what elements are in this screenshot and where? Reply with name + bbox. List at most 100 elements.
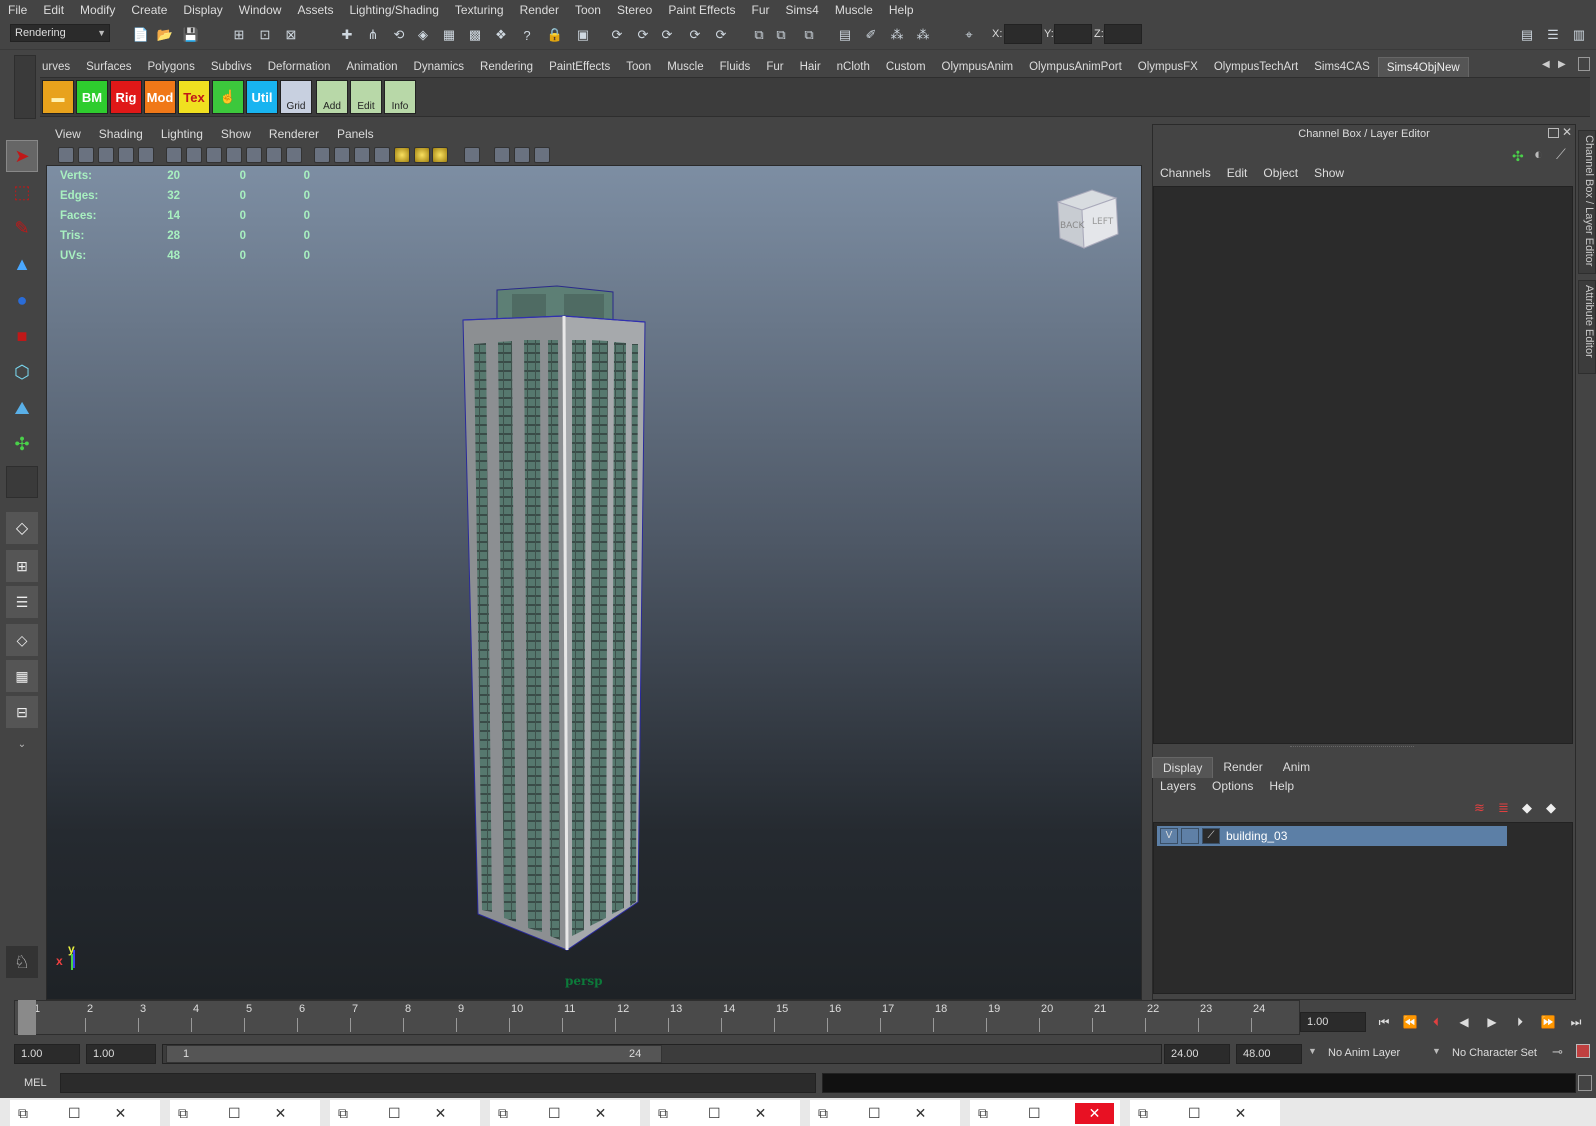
shelf-tab-animation[interactable]: Animation [338, 57, 405, 77]
restore-icon[interactable]: ☐ [1028, 1105, 1041, 1122]
menu-display[interactable]: Display [175, 0, 230, 20]
layer-menu-options[interactable]: Options [1204, 779, 1261, 793]
shelf-tab-surfaces[interactable]: Surfaces [78, 57, 139, 77]
move-layer-up-icon[interactable]: ◆ [1522, 800, 1532, 816]
viewport-menu-shading[interactable]: Shading [90, 127, 152, 141]
restore-icon[interactable]: ☐ [868, 1105, 881, 1122]
shelf-tab-curves[interactable]: urves [34, 57, 78, 77]
close-panel-icon[interactable]: ✕ [1562, 125, 1572, 139]
shelf-scroll-left-icon[interactable]: ◀ [1542, 59, 1550, 70]
shelf-button-mod[interactable]: Mod [144, 80, 176, 114]
shelf-hand-icon[interactable]: ☝ [212, 80, 244, 114]
menu-window[interactable]: Window [231, 0, 290, 20]
float-panel-icon[interactable] [1548, 128, 1559, 138]
outliner-persp-layout-icon[interactable]: ☰ [6, 586, 38, 618]
script-editor-toggle-icon[interactable]: ▤ [834, 24, 856, 46]
shelf-tab-custom[interactable]: Custom [878, 57, 934, 77]
single-perspective-layout-icon[interactable]: ◇ [6, 512, 38, 544]
output-ops-icon[interactable]: ⟳ [632, 24, 654, 46]
close-icon[interactable]: ✕ [1235, 1105, 1247, 1122]
menu-stereo[interactable]: Stereo [609, 0, 660, 20]
show-manipulator-icon[interactable]: ✣ [6, 428, 38, 460]
soft-modification-icon[interactable]: ⛰ [6, 392, 38, 424]
shelf-tab-olympusanim[interactable]: OlympusAnim [934, 57, 1022, 77]
rotate-tool-icon[interactable]: ● [6, 284, 38, 316]
current-time-marker[interactable] [18, 1000, 36, 1035]
shelf-tab-sims4cas[interactable]: Sims4CAS [1306, 57, 1378, 77]
shelf-tab-olympusanimport[interactable]: OlympusAnimPort [1021, 57, 1130, 77]
z-field[interactable] [1104, 24, 1142, 44]
shelf-button-util[interactable]: Util [246, 80, 278, 114]
restore-icon[interactable]: ☐ [228, 1105, 241, 1122]
panel-splitter[interactable] [1290, 746, 1414, 750]
save-scene-icon[interactable]: 💾 [180, 24, 202, 46]
restore-icon[interactable]: ☐ [388, 1105, 401, 1122]
ipr-render-icon[interactable]: ⟳ [710, 24, 732, 46]
anim-layer-label[interactable]: No Anim Layer [1328, 1047, 1400, 1059]
new-empty-layer-icon[interactable]: ≣ [1498, 800, 1509, 816]
more-layouts-icon[interactable]: ⌄ [6, 734, 38, 754]
shelf-tab-rendering[interactable]: Rendering [472, 57, 541, 77]
menu-sims4[interactable]: Sims4 [778, 0, 827, 20]
character-set-label[interactable]: No Character Set [1452, 1047, 1537, 1059]
use-all-lights-icon[interactable] [414, 147, 430, 163]
snap-view-plane-icon[interactable]: ▦ [438, 24, 460, 46]
maya-logo-icon[interactable]: ♘ [6, 946, 38, 978]
close-icon[interactable]: ✕ [275, 1105, 287, 1122]
script-language-toggle[interactable]: MEL [16, 1071, 56, 1095]
safe-action-icon[interactable] [286, 147, 302, 163]
construction-history-icon[interactable]: ⟳ [656, 24, 678, 46]
outliner-toggle-icon[interactable]: ✐ [860, 24, 882, 46]
panel-layout-icon[interactable]: ▤ [1516, 24, 1538, 46]
snap-live-icon[interactable]: ▩ [464, 24, 486, 46]
minimized-window[interactable]: ⧉ ☐ ✕ [10, 1100, 160, 1126]
menu-create[interactable]: Create [123, 0, 175, 20]
shelf-button-bm[interactable]: BM [76, 80, 108, 114]
shelf-button-rig[interactable]: Rig [110, 80, 142, 114]
script-editor-icon[interactable] [1578, 1075, 1592, 1091]
shelf-tab-dynamics[interactable]: Dynamics [406, 57, 472, 77]
side-tab-attribute-editor[interactable]: Attribute Editor [1578, 280, 1596, 374]
menu-help[interactable]: Help [881, 0, 922, 20]
snap-point-icon[interactable]: ⟲ [388, 24, 410, 46]
minimized-window[interactable]: ⧉ ☐ ✕ [170, 1100, 320, 1126]
xray-joints-icon[interactable] [534, 147, 550, 163]
move-layer-down-icon[interactable]: ◆ [1546, 800, 1556, 816]
menu-texturing[interactable]: Texturing [447, 0, 512, 20]
shelf-tab-deformation[interactable]: Deformation [260, 57, 339, 77]
viewport-menu-view[interactable]: View [46, 127, 90, 141]
menu-muscle[interactable]: Muscle [827, 0, 881, 20]
building-mesh[interactable] [460, 282, 660, 972]
layer-visibility-toggle[interactable]: V [1160, 828, 1178, 844]
image-plane-icon[interactable] [118, 147, 134, 163]
restore-icon[interactable]: ☐ [708, 1105, 721, 1122]
go-to-start-icon[interactable]: ⏮ [1372, 1012, 1396, 1032]
channel-box-toggle-icon[interactable]: ▥ [1568, 24, 1590, 46]
minimized-window[interactable]: ⧉ ☐ ✕ [490, 1100, 640, 1126]
menu-assets[interactable]: Assets [289, 0, 341, 20]
wireframe-on-shaded-icon[interactable] [374, 147, 390, 163]
playback-start-field[interactable]: 1.00 [86, 1044, 156, 1064]
shelf-tab-toon[interactable]: Toon [618, 57, 659, 77]
close-icon[interactable]: ✕ [915, 1105, 927, 1122]
lock-icon[interactable]: 🔒 [544, 24, 566, 46]
attribute-editor-toggle-icon[interactable]: ☰ [1542, 24, 1564, 46]
move-tool-icon[interactable]: ▲ [6, 248, 38, 280]
menu-file[interactable]: File [0, 0, 35, 20]
select-component-icon[interactable]: ⊠ [280, 24, 302, 46]
view-cube[interactable]: BACK LEFT [1052, 188, 1126, 254]
textured-icon[interactable] [394, 147, 410, 163]
hypershade-persp-layout-icon[interactable]: ▦ [6, 660, 38, 692]
render-current-icon[interactable]: ⟳ [684, 24, 706, 46]
channel-box-menu-edit[interactable]: Edit [1219, 166, 1256, 180]
menu-set-dropdown[interactable]: Rendering ▼ [10, 24, 110, 42]
key-icon[interactable]: ⊸ [1552, 1044, 1563, 1060]
layer-row[interactable]: V ⟋ building_03 [1157, 826, 1507, 846]
render-settings-icon[interactable]: ⧉ [748, 24, 770, 46]
render-view-icon[interactable]: ⧉ [798, 24, 820, 46]
minimized-window[interactable]: ⧉ ☐ ✕ [650, 1100, 800, 1126]
resolution-gate-icon[interactable] [226, 147, 242, 163]
shelf-button-tex[interactable]: Tex [178, 80, 210, 114]
animation-preferences-icon[interactable] [1576, 1044, 1590, 1058]
input-ops-icon[interactable]: ⟳ [606, 24, 628, 46]
